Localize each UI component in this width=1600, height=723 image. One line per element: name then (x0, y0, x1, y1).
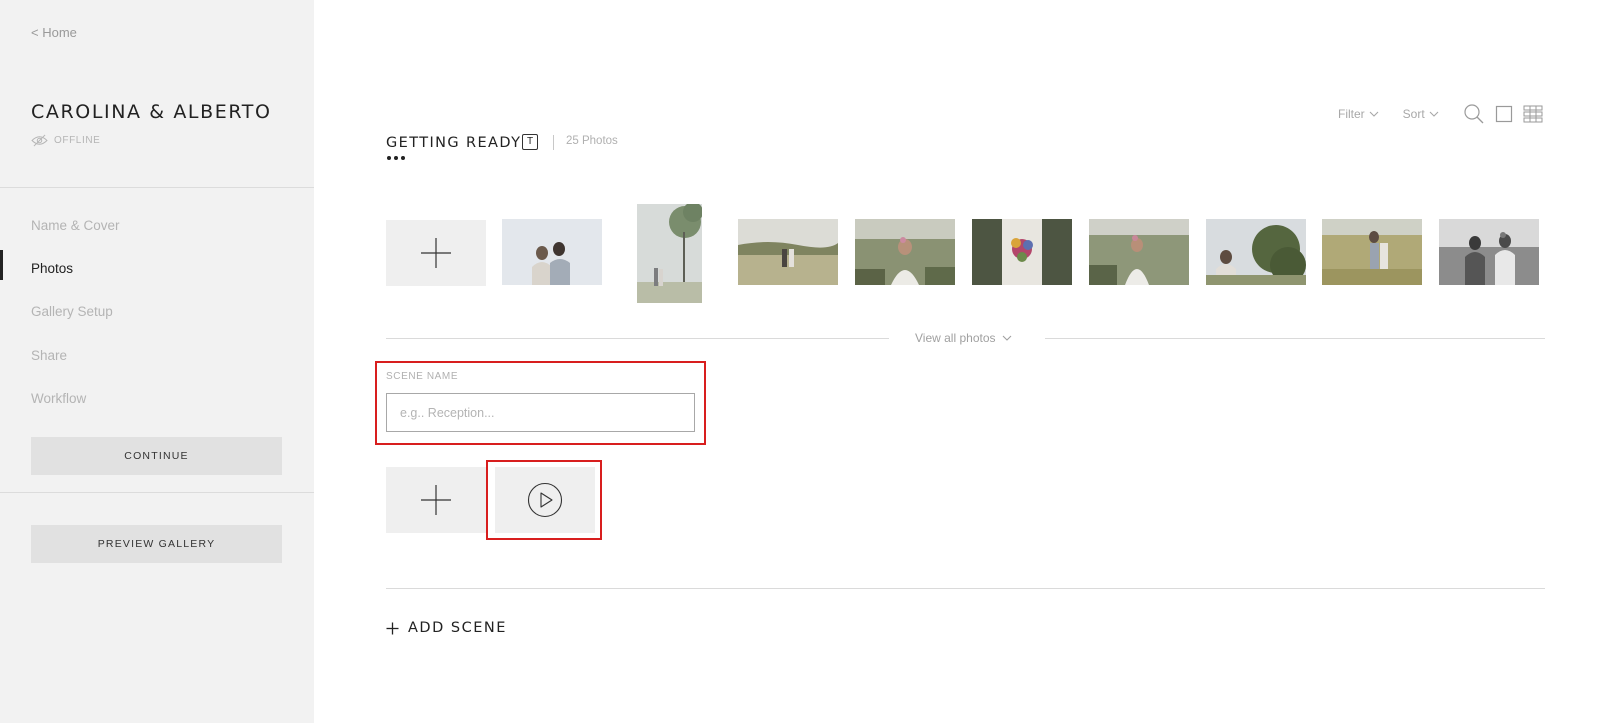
photo-count: 25 Photos (566, 135, 618, 147)
header-separator (553, 135, 554, 150)
add-scene-button[interactable]: ADD SCENE (386, 620, 507, 636)
scene-options-icon[interactable] (387, 156, 405, 160)
add-scene-label: ADD SCENE (408, 620, 507, 636)
photo-thumbnail[interactable] (738, 219, 838, 285)
photo-thumbnail[interactable] (1089, 219, 1189, 285)
gallery-title: CAROLINA & ALBERTO (31, 101, 272, 123)
photo-thumbnail[interactable] (502, 219, 602, 285)
scene-title[interactable]: GETTING READY (386, 135, 521, 151)
single-view-button[interactable] (1495, 105, 1513, 123)
photo-toolbar: Filter Sort (1338, 103, 1553, 125)
photo-thumbnail[interactable] (855, 219, 955, 285)
gallery-status[interactable]: OFFLINE (31, 134, 100, 147)
sidebar-divider (0, 492, 314, 493)
view-all-photos-link[interactable]: View all photos (915, 331, 1012, 345)
section-divider (386, 338, 889, 339)
section-divider (386, 588, 1545, 589)
sidebar: < Home CAROLINA & ALBERTO OFFLINE Name &… (0, 0, 314, 723)
chevron-down-icon (1369, 111, 1379, 117)
add-photo-button[interactable] (386, 220, 486, 286)
photo-thumbnail[interactable] (1206, 219, 1306, 285)
photo-thumbnail[interactable] (972, 219, 1072, 285)
photo-thumbnail[interactable] (637, 204, 702, 303)
scene-type-badge[interactable]: T (522, 134, 538, 150)
add-video-button[interactable] (495, 467, 595, 533)
view-all-label: View all photos (915, 331, 996, 345)
eye-hidden-icon (31, 134, 48, 147)
preview-gallery-button[interactable]: PREVIEW GALLERY (31, 525, 282, 563)
plus-icon (421, 238, 451, 268)
photo-thumbnail[interactable] (1322, 219, 1422, 285)
home-link[interactable]: < Home (31, 25, 77, 40)
sort-label: Sort (1402, 107, 1425, 121)
section-divider (1045, 338, 1545, 339)
search-button[interactable] (1463, 103, 1485, 125)
nav-item-workflow[interactable]: Workflow (31, 391, 86, 406)
nav-item-share[interactable]: Share (31, 348, 67, 363)
nav-item-gallery-setup[interactable]: Gallery Setup (31, 304, 113, 319)
sidebar-divider (0, 187, 314, 188)
nav-item-name-cover[interactable]: Name & Cover (31, 218, 120, 233)
plus-icon (421, 485, 451, 515)
status-label: OFFLINE (54, 135, 101, 146)
single-view-icon (1495, 105, 1512, 123)
scene-name-input[interactable] (386, 393, 695, 432)
search-icon (1464, 104, 1484, 124)
nav-item-photos[interactable]: Photos (31, 261, 73, 276)
filter-dropdown[interactable]: Filter (1338, 107, 1379, 121)
plus-icon (386, 622, 399, 634)
photo-thumbnail[interactable] (1439, 219, 1539, 285)
filter-label: Filter (1338, 107, 1365, 121)
grid-view-icon (1523, 105, 1543, 123)
continue-button[interactable]: CONTINUE (31, 437, 282, 475)
chevron-down-icon (1429, 111, 1439, 117)
grid-view-button[interactable] (1523, 105, 1543, 123)
active-nav-indicator (0, 250, 3, 280)
play-icon (527, 482, 563, 518)
scene-name-label: SCENE NAME (386, 371, 459, 382)
chevron-down-icon (1002, 335, 1011, 341)
sort-dropdown[interactable]: Sort (1403, 107, 1439, 121)
add-media-button[interactable] (386, 467, 486, 533)
